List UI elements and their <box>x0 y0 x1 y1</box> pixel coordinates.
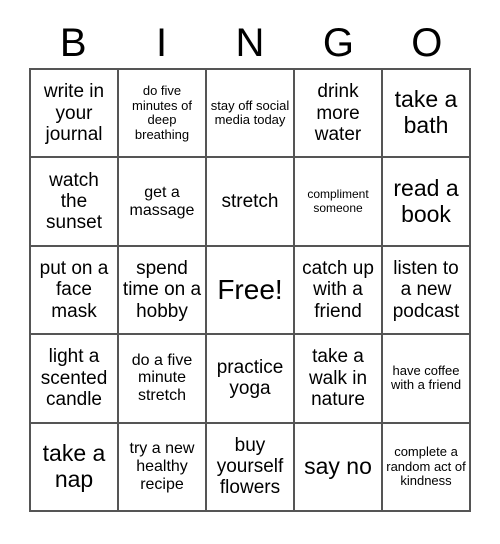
bingo-cell-r4-c1[interactable]: light a scented candle <box>31 335 119 424</box>
bingo-cell-label: compliment someone <box>307 187 369 215</box>
bingo-cell-r5-c2[interactable]: try a new healthy recipe <box>119 423 207 512</box>
bingo-cell-r4-c4[interactable]: take a walk in nature <box>295 335 383 424</box>
bingo-header-letter-b: B <box>59 21 87 65</box>
bingo-cell-r3-c5[interactable]: listen to a new podcast <box>383 246 471 336</box>
bingo-cell-label: get a massage <box>129 183 195 219</box>
bingo-cell-r1-c1[interactable]: write in your journal <box>31 70 119 159</box>
bingo-cell-r4-c3[interactable]: practice yoga <box>207 335 295 424</box>
bingo-header-letter-i: I <box>156 21 168 65</box>
bingo-cell-label: do a five minute stretch <box>131 351 193 405</box>
bingo-cell-r1-c5[interactable]: take a bath <box>383 70 471 159</box>
bingo-cell-label: complete a random act of kindness <box>386 443 466 489</box>
bingo-cell-r1-c2[interactable]: do five minutes of deep breathing <box>119 70 207 159</box>
bingo-cell-r3-c2[interactable]: spend time on a hobby <box>119 246 207 336</box>
bingo-cell-r5-c1[interactable]: take a nap <box>31 423 119 512</box>
bingo-cell-label: put on a face mask <box>39 258 109 322</box>
bingo-cell-label: stay off social media today <box>210 97 290 128</box>
bingo-cell-label: take a bath <box>394 86 458 139</box>
bingo-cell-r2-c1[interactable]: watch the sunset <box>31 158 119 247</box>
bingo-free-space[interactable]: Free! <box>207 246 295 336</box>
bingo-cell-r2-c4[interactable]: compliment someone <box>295 158 383 247</box>
bingo-cell-r3-c4[interactable]: catch up with a friend <box>295 246 383 336</box>
bingo-cell-r5-c3[interactable]: buy yourself flowers <box>207 423 295 512</box>
bingo-cell-label: light a scented candle <box>40 346 108 411</box>
bingo-cell-r4-c5[interactable]: have coffee with a friend <box>383 335 471 424</box>
bingo-cell-label: catch up with a friend <box>302 258 374 322</box>
bingo-cell-r4-c2[interactable]: do a five minute stretch <box>119 335 207 424</box>
bingo-cell-r2-c5[interactable]: read a book <box>383 158 471 247</box>
bingo-cell-label: do five minutes of deep breathing <box>132 83 192 142</box>
bingo-cell-r2-c3[interactable]: stretch <box>207 158 295 247</box>
bingo-cell-label: listen to a new podcast <box>392 258 460 322</box>
bingo-header-letter-o: O <box>411 21 443 65</box>
bingo-cell-label: try a new healthy recipe <box>129 439 195 493</box>
bingo-cell-label: stretch <box>221 190 279 212</box>
bingo-cell-label: watch the sunset <box>46 169 102 234</box>
bingo-cell-label: take a walk in nature <box>308 346 368 411</box>
bingo-cell-label: buy yourself flowers <box>216 434 284 499</box>
bingo-grid: write in your journal do five minutes of … <box>29 68 471 512</box>
bingo-cell-label: take a nap <box>42 440 106 492</box>
bingo-cell-label: have coffee with a friend <box>390 362 462 393</box>
bingo-cell-r2-c2[interactable]: get a massage <box>119 158 207 247</box>
bingo-cell-label: Free! <box>217 274 283 306</box>
bingo-cell-label: drink more water <box>314 81 362 145</box>
bingo-cell-r5-c4[interactable]: say no <box>295 423 383 512</box>
bingo-cell-r1-c4[interactable]: drink more water <box>295 70 383 159</box>
bingo-header-letter-n: N <box>235 21 265 65</box>
bingo-card: B I N G O write in your journal do five minut… <box>0 0 500 544</box>
bingo-cell-label: practice yoga <box>216 357 284 400</box>
bingo-cell-label: write in your journal <box>43 81 105 145</box>
bingo-cell-r5-c5[interactable]: complete a random act of kindness <box>383 423 471 512</box>
bingo-cell-label: spend time on a hobby <box>122 258 202 322</box>
bingo-cell-r3-c1[interactable]: put on a face mask <box>31 246 119 336</box>
bingo-header-letter-g: G <box>322 21 354 65</box>
bingo-header: BINGO <box>29 18 471 68</box>
bingo-cell-label: say no <box>304 452 372 479</box>
bingo-cell-label: read a book <box>393 174 459 227</box>
bingo-cell-r1-c3[interactable]: stay off social media today <box>207 70 295 159</box>
